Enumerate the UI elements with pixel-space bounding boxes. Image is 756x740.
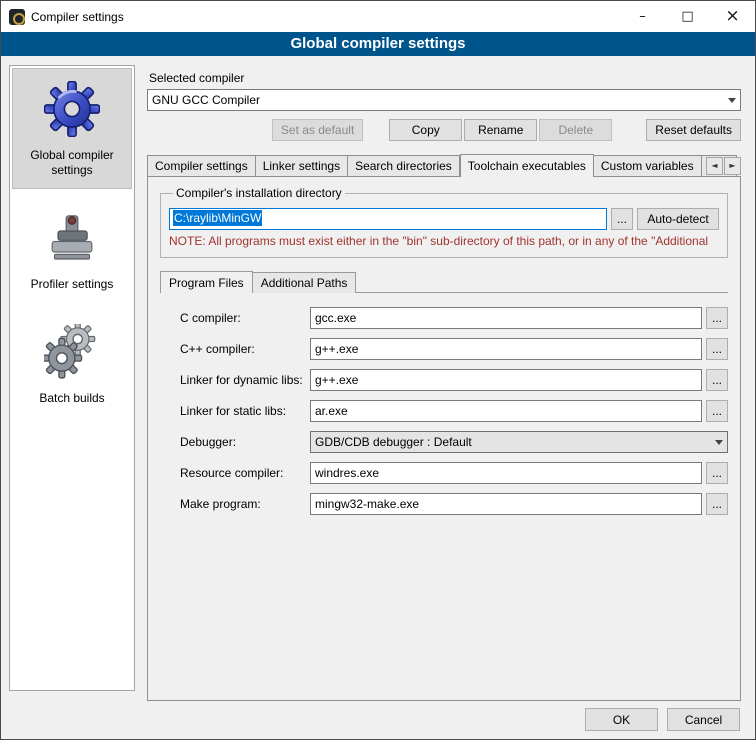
static-linker-browse-button[interactable]: ... bbox=[706, 400, 728, 422]
program-files-tabstrip: Program Files Additional Paths bbox=[160, 271, 728, 293]
installation-directory-browse-button[interactable]: ... bbox=[611, 208, 633, 230]
cpp-compiler-browse-button[interactable]: ... bbox=[706, 338, 728, 360]
sidebar-item-label: Profiler settings bbox=[31, 277, 114, 292]
dynamic-linker-label: Linker for dynamic libs: bbox=[180, 373, 310, 387]
window-controls: – □ × bbox=[620, 1, 755, 32]
toolchain-executables-panel: Compiler's installation directory C:\ray… bbox=[147, 176, 741, 701]
set-as-default-button: Set as default bbox=[272, 119, 363, 141]
cpp-compiler-label: C++ compiler: bbox=[180, 342, 310, 356]
resource-compiler-browse-button[interactable]: ... bbox=[706, 462, 728, 484]
copy-button[interactable]: Copy bbox=[389, 119, 462, 141]
gear-icon bbox=[44, 81, 100, 140]
field-row-resource-compiler: Resource compiler: ... bbox=[180, 462, 728, 484]
reset-defaults-button[interactable]: Reset defaults bbox=[646, 119, 741, 141]
settings-sidebar: Global compiler settings Profiler settin… bbox=[9, 65, 135, 691]
tab-scroll-right-button[interactable]: ► bbox=[724, 157, 741, 175]
delete-button: Delete bbox=[539, 119, 612, 141]
resource-compiler-input[interactable] bbox=[310, 462, 702, 484]
compiler-select-value: GNU GCC Compiler bbox=[152, 93, 722, 107]
installation-directory-group: Compiler's installation directory C:\ray… bbox=[160, 186, 728, 258]
debugger-select-value: GDB/CDB debugger : Default bbox=[315, 435, 709, 449]
tab-custom-variables[interactable]: Custom variables bbox=[594, 155, 702, 176]
c-compiler-browse-button[interactable]: ... bbox=[706, 307, 728, 329]
gears-icon bbox=[44, 324, 100, 383]
page-title: Global compiler settings bbox=[1, 32, 755, 56]
tab-search-directories[interactable]: Search directories bbox=[348, 155, 460, 176]
dynamic-linker-input[interactable] bbox=[310, 369, 702, 391]
close-icon[interactable]: × bbox=[710, 1, 755, 32]
dialog-content: Global compiler settings Profiler settin… bbox=[1, 57, 755, 701]
installation-directory-group-title: Compiler's installation directory bbox=[173, 186, 345, 200]
cancel-button[interactable]: Cancel bbox=[667, 708, 740, 731]
compiler-actions: Set as default Copy Rename Delete Reset … bbox=[147, 119, 741, 141]
tab-toolchain-executables[interactable]: Toolchain executables bbox=[460, 154, 594, 177]
ok-button[interactable]: OK bbox=[585, 708, 658, 731]
compiler-select[interactable]: GNU GCC Compiler bbox=[147, 89, 741, 111]
field-row-debugger: Debugger: GDB/CDB debugger : Default bbox=[180, 431, 728, 453]
tab-compiler-settings[interactable]: Compiler settings bbox=[147, 155, 256, 176]
field-row-c-compiler: C compiler: ... bbox=[180, 307, 728, 329]
note-text: NOTE: All programs must exist either in … bbox=[169, 234, 719, 248]
installation-directory-input[interactable]: C:\raylib\MinGW bbox=[169, 208, 607, 230]
static-linker-label: Linker for static libs: bbox=[180, 404, 310, 418]
compiler-settings-window: Compiler settings – □ × Global compiler … bbox=[0, 0, 756, 740]
c-compiler-input[interactable] bbox=[310, 307, 702, 329]
chevron-down-icon bbox=[715, 440, 723, 445]
titlebar: Compiler settings – □ × bbox=[1, 1, 755, 32]
sidebar-item-profiler-settings[interactable]: Profiler settings bbox=[12, 197, 132, 303]
minimize-icon[interactable]: – bbox=[620, 1, 665, 32]
make-program-label: Make program: bbox=[180, 497, 310, 511]
tab-linker-settings[interactable]: Linker settings bbox=[256, 155, 348, 176]
tab-scroll-left-button[interactable]: ◄ bbox=[706, 157, 723, 175]
installation-directory-row: C:\raylib\MinGW ... Auto-detect bbox=[169, 208, 719, 230]
dialog-footer: OK Cancel bbox=[1, 701, 755, 739]
installation-directory-value: C:\raylib\MinGW bbox=[173, 210, 262, 226]
sidebar-item-label: Global compiler settings bbox=[17, 148, 127, 178]
sidebar-item-label: Batch builds bbox=[39, 391, 104, 406]
sidebar-item-batch-builds[interactable]: Batch builds bbox=[12, 311, 132, 417]
c-compiler-label: C compiler: bbox=[180, 311, 310, 325]
resource-compiler-label: Resource compiler: bbox=[180, 466, 310, 480]
debugger-label: Debugger: bbox=[180, 435, 310, 449]
settings-tabstrip: Compiler settings Linker settings Search… bbox=[147, 154, 741, 177]
field-row-make-program: Make program: ... bbox=[180, 493, 728, 515]
auto-detect-button[interactable]: Auto-detect bbox=[637, 208, 719, 230]
make-program-browse-button[interactable]: ... bbox=[706, 493, 728, 515]
subtab-program-files[interactable]: Program Files bbox=[160, 271, 253, 293]
make-program-input[interactable] bbox=[310, 493, 702, 515]
rename-button[interactable]: Rename bbox=[464, 119, 537, 141]
tab-scrollers: ◄ ► bbox=[705, 157, 741, 175]
profiler-tool-icon bbox=[44, 210, 100, 269]
field-row-dynamic-linker: Linker for dynamic libs: ... bbox=[180, 369, 728, 391]
app-icon bbox=[9, 9, 25, 25]
cpp-compiler-input[interactable] bbox=[310, 338, 702, 360]
selected-compiler-label: Selected compiler bbox=[149, 71, 741, 85]
dynamic-linker-browse-button[interactable]: ... bbox=[706, 369, 728, 391]
window-title: Compiler settings bbox=[31, 10, 620, 24]
chevron-down-icon bbox=[728, 98, 736, 103]
maximize-icon[interactable]: □ bbox=[665, 1, 710, 32]
sidebar-item-global-compiler-settings[interactable]: Global compiler settings bbox=[12, 68, 132, 189]
main-panel: Selected compiler GNU GCC Compiler Set a… bbox=[147, 65, 741, 701]
static-linker-input[interactable] bbox=[310, 400, 702, 422]
program-files-panel: C compiler: ... C++ compiler: ... Linker… bbox=[160, 293, 728, 524]
debugger-select[interactable]: GDB/CDB debugger : Default bbox=[310, 431, 728, 453]
field-row-cpp-compiler: C++ compiler: ... bbox=[180, 338, 728, 360]
field-row-static-linker: Linker for static libs: ... bbox=[180, 400, 728, 422]
subtab-additional-paths[interactable]: Additional Paths bbox=[253, 272, 357, 293]
